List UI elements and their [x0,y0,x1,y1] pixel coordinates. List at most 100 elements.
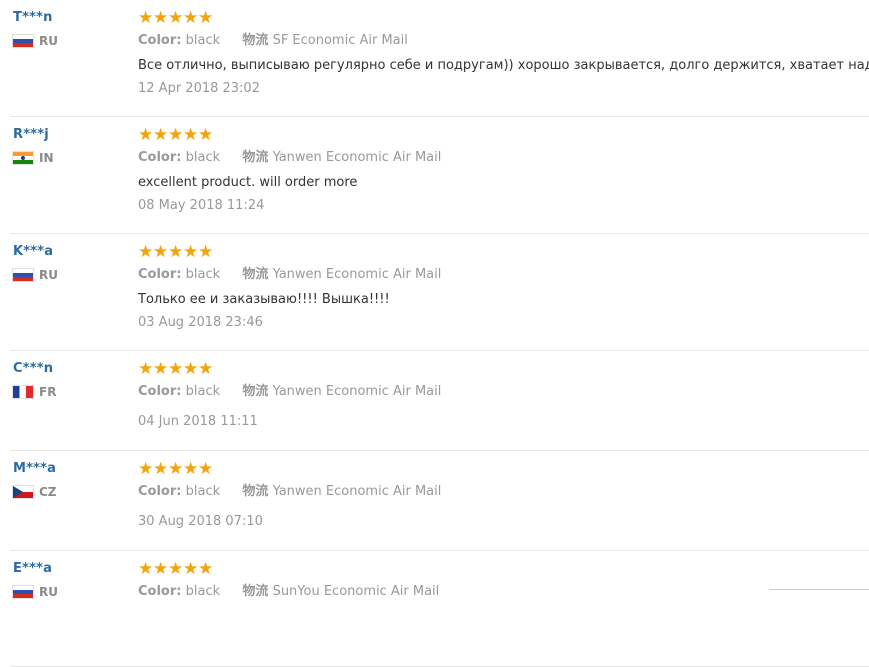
star-icon: ★ [183,7,199,28]
reviewer-name[interactable]: C***n [13,360,56,378]
shipping-label: 物流 [242,150,269,165]
star-icon: ★ [153,558,169,579]
order-attributes: Color: black 物流 Yanwen Economic Air Mail [138,150,869,166]
star-rating: ★ ★ ★ ★ ★ [138,243,869,261]
country-flag-icon [13,586,33,598]
reviewer-info: R***j IN [13,126,54,165]
review-text: Все отлично, выписываю регулярно себе и … [138,58,869,73]
shipping-value: Yanwen Economic Air Mail [272,150,442,165]
star-icon: ★ [198,241,214,262]
review-date: 03 Aug 2018 23:46 [138,315,263,330]
country-code: RU [39,268,58,282]
star-icon: ★ [183,124,199,145]
reviewer-country: FR [13,385,56,399]
color-label: Color: [138,267,182,282]
reviewer-country: RU [13,34,58,48]
shipping-value: SF Economic Air Mail [272,33,408,48]
star-rating: ★ ★ ★ ★ ★ [138,460,869,478]
color-value: black [185,150,221,165]
star-icon: ★ [198,558,214,579]
star-icon: ★ [168,7,184,28]
reviewer-country: CZ [13,485,57,499]
star-rating: ★ ★ ★ ★ ★ [138,560,869,578]
star-icon: ★ [198,458,214,479]
color-label: Color: [138,150,182,165]
country-code: FR [39,385,57,399]
review-item: C***n FR ★ ★ ★ ★ ★ Color: black 物流 Yanwen Ec… [10,351,869,451]
country-flag-icon [13,152,33,164]
reviewer-info: E***a RU [13,560,58,599]
shipping-label: 物流 [242,384,269,399]
shipping-value: Yanwen Economic Air Mail [272,267,442,282]
reviewer-name[interactable]: T***n [13,9,58,27]
color-label: Color: [138,384,182,399]
star-icon: ★ [183,358,199,379]
color-value: black [185,33,221,48]
reviewer-name[interactable]: K***a [13,243,58,261]
star-icon: ★ [138,7,154,28]
reviewer-country: RU [13,268,58,282]
star-icon: ★ [198,7,214,28]
review-item: K***a RU ★ ★ ★ ★ ★ Color: black 物流 Yanwen Ec… [10,234,869,351]
star-icon: ★ [153,7,169,28]
star-icon: ★ [153,241,169,262]
order-attributes: Color: black 物流 Yanwen Economic Air Mail [138,267,869,283]
star-icon: ★ [198,358,214,379]
star-icon: ★ [138,124,154,145]
color-value: black [185,384,221,399]
reviewer-name[interactable]: E***a [13,560,58,578]
review-content: ★ ★ ★ ★ ★ Color: black 物流 Yanwen Economic Ai… [138,360,869,430]
review-date: 30 Aug 2018 07:10 [138,514,263,529]
review-text: excellent product. will order more [138,175,358,190]
star-rating: ★ ★ ★ ★ ★ [138,360,869,378]
country-flag-icon [13,35,33,47]
shipping-label: 物流 [242,484,269,499]
star-icon: ★ [168,458,184,479]
shipping-label: 物流 [242,267,269,282]
star-icon: ★ [198,124,214,145]
order-attributes: Color: black 物流 SF Economic Air Mail [138,33,869,49]
reviewer-name[interactable]: R***j [13,126,54,144]
star-icon: ★ [183,458,199,479]
country-code: IN [39,151,54,165]
star-icon: ★ [138,241,154,262]
star-icon: ★ [138,558,154,579]
review-text: Только ее и заказываю!!!! Вышка!!!! [138,292,390,307]
reviewer-info: K***a RU [13,243,58,282]
reviewer-info: C***n FR [13,360,56,399]
country-code: CZ [39,485,57,499]
review-content: ★ ★ ★ ★ ★ Color: black 物流 SF Economic Air Ma… [138,9,869,97]
shipping-value: Yanwen Economic Air Mail [272,484,442,499]
star-icon: ★ [168,124,184,145]
color-label: Color: [138,484,182,499]
shipping-label: 物流 [242,33,269,48]
star-icon: ★ [168,358,184,379]
review-content: ★ ★ ★ ★ ★ Color: black 物流 Yanwen Economic Ai… [138,126,869,214]
review-item: M***a CZ ★ ★ ★ ★ ★ Color: black 物流 Yanwen Ec… [10,451,869,551]
divider [769,589,869,590]
review-item: T***n RU ★ ★ ★ ★ ★ Color: black 物流 SF Econom… [10,0,869,117]
star-icon: ★ [153,458,169,479]
review-list: T***n RU ★ ★ ★ ★ ★ Color: black 物流 SF Econom… [0,0,869,667]
review-date: 08 May 2018 11:24 [138,198,265,213]
star-rating: ★ ★ ★ ★ ★ [138,126,869,144]
star-icon: ★ [138,358,154,379]
reviewer-name[interactable]: M***a [13,460,57,478]
star-icon: ★ [138,458,154,479]
star-icon: ★ [153,358,169,379]
order-attributes: Color: black 物流 SunYou Economic Air Mail [138,584,869,600]
reviewer-info: M***a CZ [13,460,57,499]
star-icon: ★ [168,558,184,579]
order-attributes: Color: black 物流 Yanwen Economic Air Mail [138,484,869,500]
color-value: black [185,484,221,499]
review-content: ★ ★ ★ ★ ★ Color: black 物流 Yanwen Economic Ai… [138,460,869,530]
color-value: black [185,267,221,282]
review-item: E***a RU ★ ★ ★ ★ ★ Color: black 物流 SunYou Ec… [10,551,869,667]
star-icon: ★ [153,124,169,145]
review-content: ★ ★ ★ ★ ★ Color: black 物流 SunYou Economic Ai… [138,560,869,607]
review-date: 04 Jun 2018 11:11 [138,414,258,429]
review-content: ★ ★ ★ ★ ★ Color: black 物流 Yanwen Economic Ai… [138,243,869,331]
color-label: Color: [138,33,182,48]
star-rating: ★ ★ ★ ★ ★ [138,9,869,27]
reviewer-info: T***n RU [13,9,58,48]
